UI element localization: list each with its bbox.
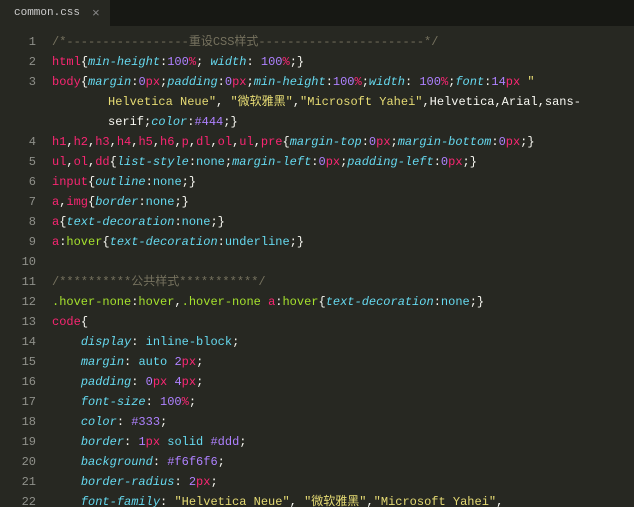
line-number: 21 <box>8 472 36 492</box>
code-line: a{text-decoration:none;} <box>48 212 634 232</box>
line-number <box>8 112 36 132</box>
code-line: border: 1px solid #ddd; <box>48 432 634 452</box>
line-number: 2 <box>8 52 36 72</box>
line-number: 9 <box>8 232 36 252</box>
code-line: padding: 0px 4px; <box>48 372 634 392</box>
tab-label: common.css <box>14 7 80 19</box>
line-number: 3 <box>8 72 36 92</box>
line-number: 14 <box>8 332 36 352</box>
line-number: 13 <box>8 312 36 332</box>
line-number: 10 <box>8 252 36 272</box>
code-line: a,img{border:none;} <box>48 192 634 212</box>
line-number <box>8 92 36 112</box>
code-area[interactable]: 1234567891011121314151617181920212223 /*… <box>0 26 634 507</box>
code-line: display: inline-block; <box>48 332 634 352</box>
code-line: background: #f6f6f6; <box>48 452 634 472</box>
code-line: Helvetica Neue", "微软雅黑","Microsoft Yahei… <box>48 92 634 112</box>
line-number: 20 <box>8 452 36 472</box>
code-line: font-size: 100%; <box>48 392 634 412</box>
code-line: html{min-height:100%; width: 100%;} <box>48 52 634 72</box>
line-number: 22 <box>8 492 36 507</box>
line-number: 17 <box>8 392 36 412</box>
code-line: color: #333; <box>48 412 634 432</box>
line-number: 15 <box>8 352 36 372</box>
code-content[interactable]: /*-----------------重设CSS样式--------------… <box>48 26 634 507</box>
code-line: ul,ol,dd{list-style:none;margin-left:0px… <box>48 152 634 172</box>
line-number: 7 <box>8 192 36 212</box>
line-number: 19 <box>8 432 36 452</box>
code-line: margin: auto 2px; <box>48 352 634 372</box>
code-line: h1,h2,h3,h4,h5,h6,p,dl,ol,ul,pre{margin-… <box>48 132 634 152</box>
line-number: 12 <box>8 292 36 312</box>
line-number: 1 <box>8 32 36 52</box>
code-line: code{ <box>48 312 634 332</box>
code-line: body{margin:0px;padding:0px;min-height:1… <box>48 72 634 92</box>
line-number: 5 <box>8 152 36 172</box>
line-gutter: 1234567891011121314151617181920212223 <box>0 26 48 507</box>
line-number: 18 <box>8 412 36 432</box>
editor-window: common.css × 123456789101112131415161718… <box>0 0 634 507</box>
code-line: /*-----------------重设CSS样式--------------… <box>48 32 634 52</box>
code-line: input{outline:none;} <box>48 172 634 192</box>
code-line: .hover-none:hover,.hover-none a:hover{te… <box>48 292 634 312</box>
line-number: 16 <box>8 372 36 392</box>
code-line: a:hover{text-decoration:underline;} <box>48 232 634 252</box>
code-line: serif;color:#444;} <box>48 112 634 132</box>
code-line <box>48 252 634 272</box>
tab-bar: common.css × <box>0 0 634 26</box>
line-number: 6 <box>8 172 36 192</box>
close-icon[interactable]: × <box>90 6 102 21</box>
tab-common-css[interactable]: common.css × <box>0 0 111 26</box>
line-number: 11 <box>8 272 36 292</box>
code-line: border-radius: 2px; <box>48 472 634 492</box>
line-number: 8 <box>8 212 36 232</box>
code-line: font-family: "Helvetica Neue", "微软雅黑","M… <box>48 492 634 507</box>
line-number: 4 <box>8 132 36 152</box>
code-line: /**********公共样式***********/ <box>48 272 634 292</box>
